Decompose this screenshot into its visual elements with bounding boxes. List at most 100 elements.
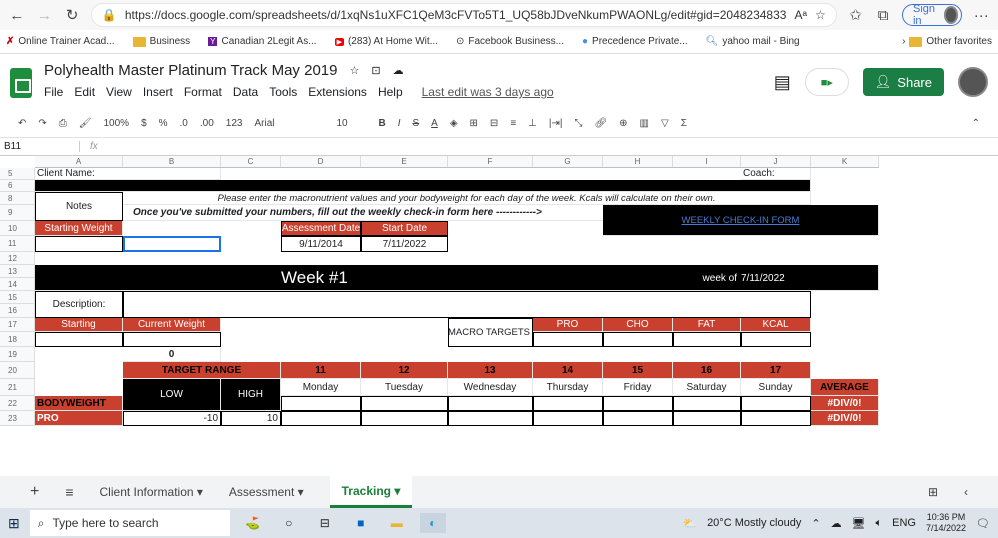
low-header[interactable]: LOW [123, 379, 221, 411]
column-header[interactable]: B [123, 156, 221, 167]
column-header[interactable]: J [741, 156, 811, 167]
pro-target[interactable] [533, 332, 603, 347]
horizontal-align-icon[interactable]: ≡ [510, 118, 516, 129]
day-number[interactable]: 12 [361, 362, 448, 379]
taskbar-search[interactable]: ⌕ Type here to search [29, 510, 230, 536]
menu-help[interactable]: Help [378, 85, 403, 99]
notifications-icon[interactable]: 🗨︎ [976, 517, 990, 530]
row-header[interactable]: 9 [0, 205, 35, 221]
row-header[interactable]: 18 [0, 332, 35, 347]
pro-average[interactable]: #DIV/0! [811, 411, 879, 426]
favorites-icon[interactable]: ✩ [847, 4, 865, 26]
tab-assessment[interactable]: Assessment ▾ [229, 485, 304, 499]
coach-label[interactable]: Coach: [741, 168, 811, 180]
day-name[interactable]: Wednesday [448, 379, 533, 396]
current-weight-value[interactable] [123, 332, 221, 347]
bodyweight-cell[interactable] [741, 396, 811, 411]
day-number[interactable]: 16 [673, 362, 741, 379]
average-header[interactable]: AVERAGE [811, 379, 879, 396]
store-icon[interactable]: ■ [348, 513, 374, 533]
checkin-instruction[interactable]: Once you've submitted your numbers, fill… [123, 205, 673, 221]
golf-widget-icon[interactable]: ⛳ [240, 513, 266, 533]
day-number[interactable]: 14 [533, 362, 603, 379]
pro-cell[interactable] [673, 411, 741, 426]
collections-icon[interactable]: ⧉ [874, 4, 892, 26]
day-number[interactable]: 13 [448, 362, 533, 379]
italic-icon[interactable]: I [398, 118, 401, 129]
pro-cell[interactable] [741, 411, 811, 426]
starting-header[interactable]: Starting [35, 318, 123, 332]
menu-tools[interactable]: Tools [269, 85, 297, 99]
column-header[interactable]: D [281, 156, 361, 167]
url-field[interactable]: 🔒 https://docs.google.com/spreadsheets/d… [90, 3, 837, 27]
selected-cell-b11[interactable] [123, 236, 221, 252]
menu-extensions[interactable]: Extensions [308, 85, 367, 99]
description-value[interactable] [123, 291, 811, 318]
column-header[interactable]: F [448, 156, 533, 167]
high-header[interactable]: HIGH [221, 379, 281, 411]
windows-start-icon[interactable]: ⊞ [8, 515, 20, 532]
refresh-icon[interactable]: ↻ [63, 4, 81, 26]
description-label[interactable]: Description: [35, 291, 123, 318]
row-header[interactable]: 14 [0, 278, 35, 291]
row-header[interactable]: 16 [0, 304, 35, 318]
menu-data[interactable]: Data [233, 85, 258, 99]
clock[interactable]: 10:36 PM 7/14/2022 [926, 512, 966, 534]
percent-button[interactable]: % [159, 118, 168, 129]
pro-low[interactable]: -10 [123, 411, 221, 426]
menu-format[interactable]: Format [184, 85, 222, 99]
day-number[interactable]: 17 [741, 362, 811, 379]
bodyweight-cell[interactable] [533, 396, 603, 411]
client-name-label[interactable]: Client Name: [35, 168, 221, 180]
macro-targets-label[interactable]: MACRO TARGETS [448, 318, 533, 347]
chart-icon[interactable]: ▥ [640, 118, 649, 129]
signin-button[interactable]: Sign in [901, 3, 963, 27]
text-rotate-icon[interactable]: ⤡ [574, 118, 582, 129]
task-view-icon[interactable]: ⊟ [312, 513, 338, 533]
move-folder-icon[interactable]: ⊡ [371, 64, 380, 77]
kcal-target[interactable] [741, 332, 811, 347]
favorite-star-icon[interactable]: ☆ [815, 8, 826, 22]
week-of-label[interactable]: week of [673, 265, 741, 291]
sheets-logo-icon[interactable] [10, 68, 32, 98]
back-icon[interactable]: ← [8, 4, 26, 26]
start-date-value[interactable]: 7/11/2022 [361, 236, 448, 252]
tray-chevron-icon[interactable]: ⌃ [811, 517, 820, 530]
meet-button[interactable]: ■▸ [804, 68, 849, 96]
file-explorer-icon[interactable]: ▬ [384, 513, 410, 533]
strikethrough-icon[interactable]: S [412, 118, 419, 129]
number-format-select[interactable]: 123 [226, 118, 243, 129]
onedrive-icon[interactable]: ☁ [831, 517, 842, 530]
day-name[interactable]: Friday [603, 379, 673, 396]
more-icon[interactable]: ··· [972, 4, 990, 26]
cho-header[interactable]: CHO [603, 318, 673, 332]
bodyweight-average[interactable]: #DIV/0! [811, 396, 879, 411]
redo-icon[interactable]: ↷ [38, 118, 46, 129]
read-aloud-icon[interactable]: Aᵃ [794, 8, 806, 22]
zoom-select[interactable]: 100% [103, 118, 129, 129]
weekly-checkin-link[interactable]: WEEKLY CHECK-IN FORM [603, 205, 879, 236]
increase-decimal-button[interactable]: .00 [200, 118, 214, 129]
font-select[interactable]: Arial [254, 118, 324, 129]
bookmark-4[interactable]: ⊙ Facebook Business... [456, 36, 564, 47]
text-color-icon[interactable]: A [431, 118, 438, 129]
pro-row-label[interactable]: PRO [35, 411, 123, 426]
pro-header[interactable]: PRO [533, 318, 603, 332]
borders-icon[interactable]: ⊞ [470, 118, 478, 129]
cortana-icon[interactable]: ○ [276, 513, 302, 533]
print-icon[interactable]: ⎙ [59, 118, 67, 129]
row-header[interactable]: 22 [0, 396, 35, 411]
column-header[interactable]: C [221, 156, 281, 167]
target-range-header[interactable]: TARGET RANGE [123, 362, 281, 379]
row-header[interactable]: 21 [0, 379, 35, 396]
starting-weight-header[interactable]: Starting Weight [35, 221, 123, 236]
week-date[interactable]: 7/11/2022 [741, 265, 811, 291]
comments-icon[interactable]: ▤ [774, 72, 791, 93]
all-sheets-icon[interactable]: ≡ [65, 484, 73, 500]
tab-tracking[interactable]: Tracking ▾ [329, 476, 413, 508]
decrease-decimal-button[interactable]: .0 [180, 118, 188, 129]
name-box[interactable]: B11 [0, 141, 80, 152]
current-weight-header[interactable]: Current Weight [123, 318, 221, 332]
row-header[interactable]: 13 [0, 265, 35, 278]
row-header[interactable]: 23 [0, 411, 35, 426]
